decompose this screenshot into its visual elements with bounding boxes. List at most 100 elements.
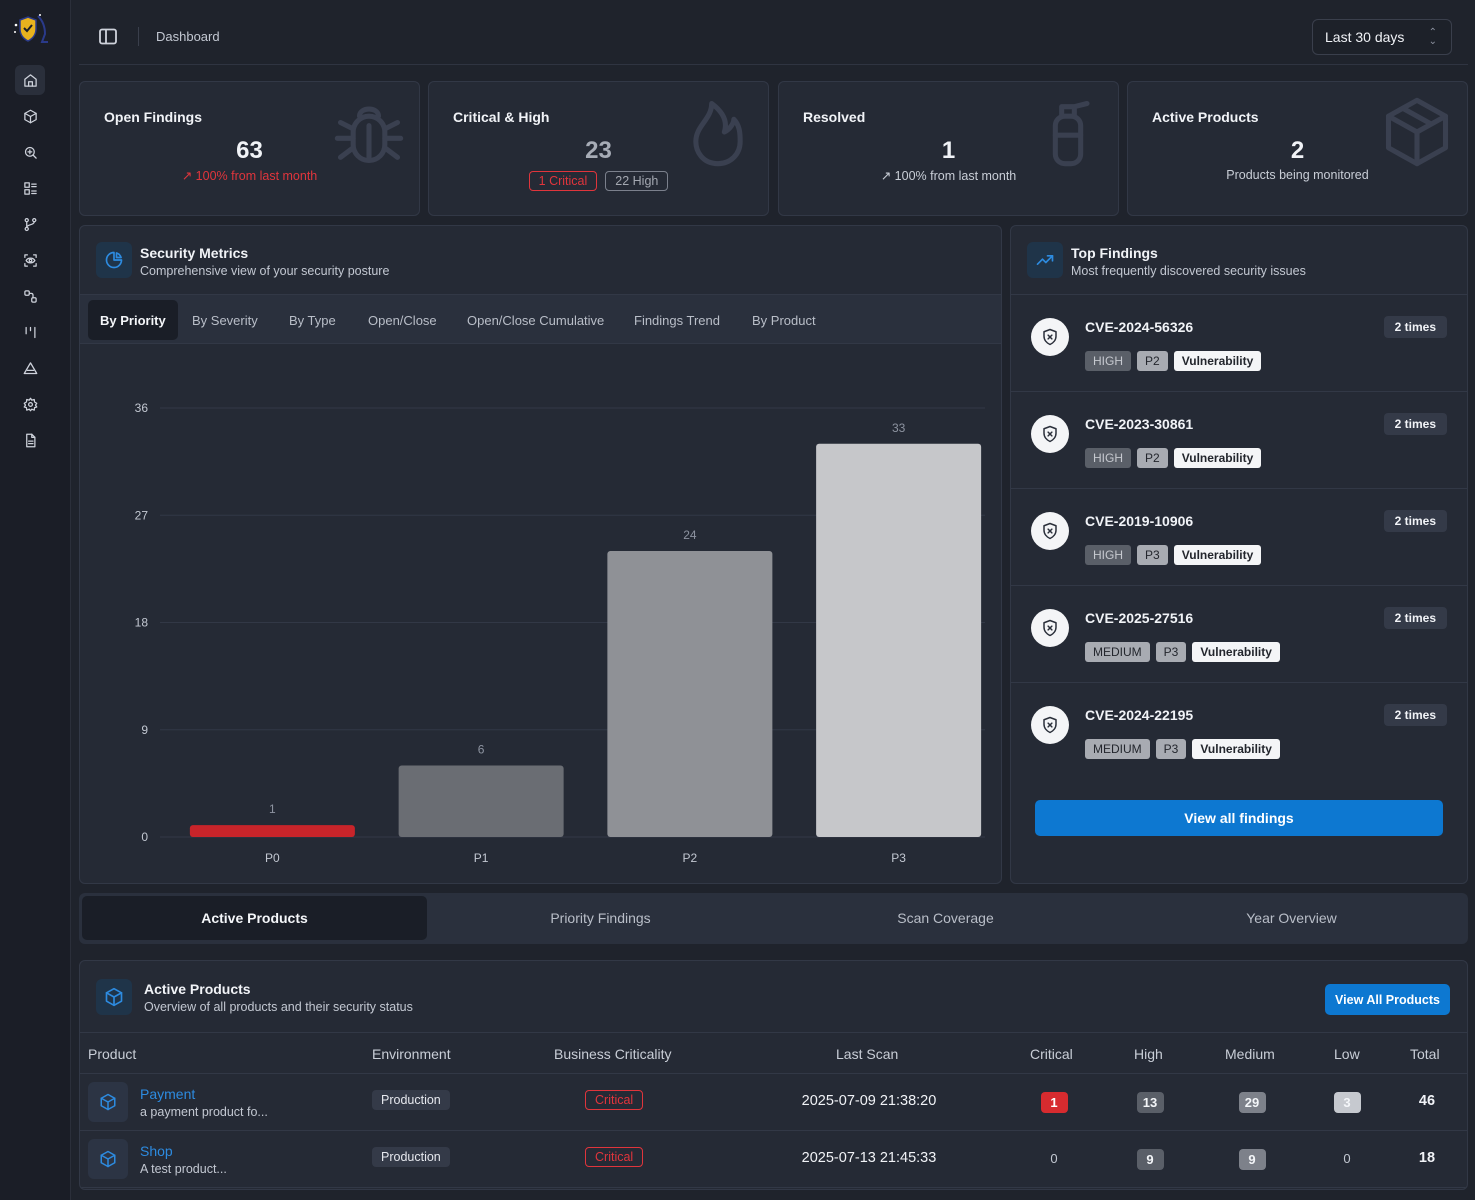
low-count: 3: [1317, 1092, 1377, 1113]
occurrence-count-badge: 2 times: [1383, 607, 1447, 629]
finding-item[interactable]: CVE-2024-22195 2 times MEDIUM P3 Vulnerabili…: [1011, 682, 1467, 779]
bar-p1[interactable]: [398, 765, 564, 838]
severity-pills: 1 Critical 22 High: [429, 171, 768, 191]
nav-settings[interactable]: [15, 389, 45, 419]
bar-p0[interactable]: [189, 825, 355, 837]
list-icon: [23, 181, 37, 195]
data-label: 24: [683, 528, 697, 542]
box-icon: [88, 1139, 128, 1179]
finding-cve-id[interactable]: CVE-2025-27516: [1085, 610, 1193, 626]
column-header[interactable]: Critical: [1030, 1046, 1073, 1062]
critical-count-badge: 1: [1040, 1092, 1068, 1113]
tab-by-product[interactable]: By Product: [740, 300, 828, 340]
y-tick-label: 0: [141, 830, 148, 844]
finding-tags: HIGH P2 Vulnerability: [1085, 351, 1262, 371]
tab-by-priority[interactable]: By Priority: [88, 300, 178, 340]
product-description: A test product...: [140, 1162, 227, 1176]
tab-by-type[interactable]: By Type: [277, 300, 348, 340]
nav-board[interactable]: [15, 317, 45, 347]
column-header[interactable]: Low: [1334, 1046, 1360, 1062]
tab-scan-coverage[interactable]: Scan Coverage: [773, 896, 1118, 940]
panel-title: Security Metrics: [140, 245, 249, 261]
nav-integrations[interactable]: [15, 281, 45, 311]
shield-x-icon: [1031, 706, 1069, 744]
medium-count: 9: [1222, 1149, 1282, 1170]
stat-sub: Products being monitored: [1226, 168, 1369, 182]
nav-scan[interactable]: [15, 245, 45, 275]
box-icon: [88, 1082, 128, 1122]
column-header[interactable]: High: [1134, 1046, 1163, 1062]
finding-cve-id[interactable]: CVE-2024-22195: [1085, 707, 1193, 723]
dashboard-section-tabs: Active Products Priority Findings Scan C…: [79, 893, 1468, 944]
finding-cve-id[interactable]: CVE-2019-10906: [1085, 513, 1193, 529]
stat-value: 2: [1290, 137, 1305, 164]
column-header[interactable]: Total: [1410, 1046, 1440, 1062]
medium-count: 29: [1222, 1092, 1282, 1113]
nav-alerts[interactable]: [15, 353, 45, 383]
view-all-findings-button[interactable]: View all findings: [1035, 800, 1443, 836]
critical-count: 1: [1024, 1092, 1084, 1113]
stat-card-active-products: Active Products 2 Products being monitor…: [1127, 81, 1468, 216]
metrics-tabs: By Priority By Severity By Type Open/Clo…: [80, 294, 1001, 344]
finding-item[interactable]: CVE-2025-27516 2 times MEDIUM P3 Vulnerabili…: [1011, 585, 1467, 682]
product-description: a payment product fo...: [140, 1105, 268, 1119]
tab-by-severity[interactable]: By Severity: [180, 300, 270, 340]
product-name-link[interactable]: Shop: [140, 1143, 173, 1159]
breadcrumb[interactable]: Dashboard: [156, 29, 220, 44]
finding-item[interactable]: CVE-2023-30861 2 times HIGH P2 Vulnerability: [1011, 391, 1467, 488]
sidebar: [0, 0, 60, 1200]
date-range-select[interactable]: Last 30 days ⌃ ⌄: [1312, 19, 1452, 55]
search-zoom-icon: [24, 146, 37, 159]
app-logo[interactable]: [12, 12, 50, 46]
tab-priority-findings[interactable]: Priority Findings: [428, 896, 773, 940]
priority-tag: P3: [1137, 545, 1168, 565]
y-tick-label: 36: [135, 401, 149, 415]
view-all-products-button[interactable]: View All Products: [1325, 984, 1450, 1015]
trending-up-icon: [1027, 242, 1063, 278]
tab-open-close[interactable]: Open/Close: [356, 300, 449, 340]
tab-findings-trend[interactable]: Findings Trend: [622, 300, 732, 340]
nav-reports[interactable]: [15, 425, 45, 455]
finding-tags: MEDIUM P3 Vulnerability: [1085, 739, 1280, 759]
panel-title: Active Products: [144, 981, 251, 997]
y-tick-label: 27: [135, 508, 149, 522]
high-count-badge: 9: [1136, 1149, 1164, 1170]
product-name-link[interactable]: Payment: [140, 1086, 195, 1102]
column-header[interactable]: Medium: [1225, 1046, 1275, 1062]
stat-title: Open Findings: [104, 109, 202, 125]
low-count-badge: 3: [1333, 1092, 1361, 1113]
table-row[interactable]: Payment a payment product fo... Producti…: [80, 1074, 1467, 1131]
column-header[interactable]: Last Scan: [836, 1046, 898, 1062]
table-row[interactable]: Shop A test product... Production Critic…: [80, 1131, 1467, 1188]
priority-tag: P3: [1155, 739, 1187, 759]
last-scan-time: 2025-07-09 21:38:20: [801, 1093, 937, 1109]
finding-item[interactable]: CVE-2024-56326 2 times HIGH P2 Vulnerability: [1011, 294, 1467, 391]
stat-trend-text: 100% from last month: [195, 169, 318, 183]
document-icon: [25, 433, 35, 447]
finding-cve-id[interactable]: CVE-2023-30861: [1085, 416, 1193, 432]
column-header[interactable]: Environment: [372, 1046, 451, 1062]
x-tick-label: P3: [891, 851, 906, 865]
tab-active-products[interactable]: Active Products: [82, 896, 427, 940]
occurrence-count-badge: 2 times: [1383, 316, 1447, 338]
priority-tag: P2: [1137, 351, 1168, 371]
products-table-header: Product Environment Business Criticality…: [80, 1032, 1467, 1074]
bar-p3[interactable]: [816, 443, 982, 837]
finding-cve-id[interactable]: CVE-2024-56326: [1085, 319, 1193, 335]
nav-findings[interactable]: [15, 173, 45, 203]
nav-search[interactable]: [15, 137, 45, 167]
nav-branches[interactable]: [15, 209, 45, 239]
environment-badge: Production: [372, 1090, 450, 1110]
tab-open-close-cumulative[interactable]: Open/Close Cumulative: [455, 300, 616, 340]
sidebar-toggle-button[interactable]: [99, 28, 117, 45]
finding-item[interactable]: CVE-2019-10906 2 times HIGH P3 Vulnerability: [1011, 488, 1467, 585]
header-divider: [138, 27, 139, 46]
top-header: Dashboard Last 30 days ⌃ ⌄: [79, 0, 1468, 65]
column-header[interactable]: Business Criticality: [554, 1046, 671, 1062]
panel-subtitle: Comprehensive view of your security post…: [140, 264, 390, 278]
column-header[interactable]: Product: [88, 1046, 136, 1062]
nav-home[interactable]: [15, 65, 45, 95]
tab-year-overview[interactable]: Year Overview: [1119, 896, 1464, 940]
nav-products[interactable]: [15, 101, 45, 131]
bar-p2[interactable]: [607, 551, 773, 837]
